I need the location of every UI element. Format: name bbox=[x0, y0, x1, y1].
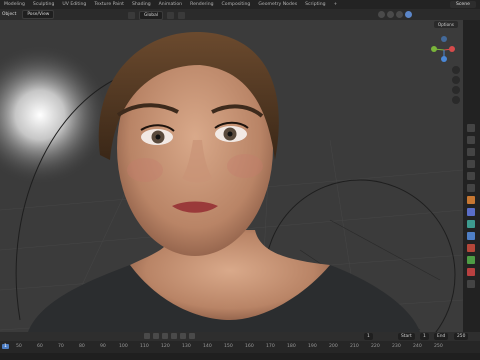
object-properties-icon[interactable] bbox=[467, 196, 475, 204]
ruler-tick: 250 bbox=[434, 344, 443, 349]
current-frame-marker[interactable]: 1 bbox=[2, 344, 9, 349]
texture-icon[interactable] bbox=[467, 280, 475, 288]
ruler-tick: 80 bbox=[79, 344, 85, 349]
ruler-tick: 200 bbox=[329, 344, 338, 349]
prev-keyframe-icon[interactable] bbox=[153, 333, 159, 339]
material-icon[interactable] bbox=[467, 268, 475, 276]
tab-texture-paint[interactable]: Texture Paint bbox=[90, 0, 128, 9]
ruler-tick: 220 bbox=[371, 344, 380, 349]
ruler-tick: 170 bbox=[266, 344, 275, 349]
timeline-controls: 1 Start 1 End 250 bbox=[0, 332, 480, 341]
jump-end-icon[interactable] bbox=[189, 333, 195, 339]
tab-animation[interactable]: Animation bbox=[155, 0, 186, 9]
modifier-icon[interactable] bbox=[467, 208, 475, 216]
tool-properties-icon[interactable] bbox=[467, 124, 475, 132]
ruler-tick: 130 bbox=[182, 344, 191, 349]
constraints-icon[interactable] bbox=[467, 244, 475, 252]
output-properties-icon[interactable] bbox=[467, 148, 475, 156]
add-workspace-button[interactable]: + bbox=[330, 0, 342, 9]
workspace-topbar: Modeling Sculpting UV Editing Texture Pa… bbox=[0, 0, 480, 9]
rendered-shading-icon[interactable] bbox=[405, 11, 412, 18]
ruler-tick: 120 bbox=[161, 344, 170, 349]
ruler-tick: 70 bbox=[58, 344, 64, 349]
ruler-tick: 110 bbox=[140, 344, 149, 349]
play-reverse-icon[interactable] bbox=[162, 333, 168, 339]
ruler-tick: 60 bbox=[37, 344, 43, 349]
zoom-icon[interactable] bbox=[452, 66, 460, 74]
3d-viewport[interactable] bbox=[0, 20, 463, 332]
orientation-dropdown[interactable]: Global bbox=[139, 11, 164, 20]
ruler-tick: 190 bbox=[308, 344, 317, 349]
end-frame-label: End bbox=[434, 333, 449, 340]
start-frame-label: Start bbox=[398, 333, 415, 340]
proportional-edit-icon[interactable] bbox=[178, 12, 186, 19]
options-dropdown[interactable]: Options bbox=[433, 21, 458, 28]
ruler-tick: 90 bbox=[100, 344, 106, 349]
shading-modes bbox=[378, 11, 412, 18]
play-icon[interactable] bbox=[171, 333, 177, 339]
playback-controls bbox=[144, 333, 195, 339]
view-layer-icon[interactable] bbox=[467, 160, 475, 168]
perspective-toggle-icon[interactable] bbox=[452, 96, 460, 104]
particles-icon[interactable] bbox=[467, 220, 475, 228]
next-keyframe-icon[interactable] bbox=[180, 333, 186, 339]
tab-sculpting[interactable]: Sculpting bbox=[29, 0, 58, 9]
tab-shading[interactable]: Shading bbox=[128, 0, 155, 9]
ruler-tick: 180 bbox=[287, 344, 296, 349]
current-frame-field[interactable]: 1 bbox=[364, 333, 373, 340]
properties-tab-strip bbox=[463, 20, 480, 332]
wireframe-shading-icon[interactable] bbox=[378, 11, 385, 18]
pan-icon[interactable] bbox=[452, 76, 460, 84]
ruler-tick: 140 bbox=[203, 344, 212, 349]
ruler-tick: 210 bbox=[350, 344, 359, 349]
ruler-tick: 240 bbox=[413, 344, 422, 349]
viewport-scene bbox=[0, 20, 463, 332]
ruler-tick: 230 bbox=[392, 344, 401, 349]
world-properties-icon[interactable] bbox=[467, 184, 475, 192]
jump-start-icon[interactable] bbox=[144, 333, 150, 339]
ruler-tick: 100 bbox=[119, 344, 128, 349]
object-mode-dropdown[interactable]: Object bbox=[2, 12, 16, 17]
tab-rendering[interactable]: Rendering bbox=[186, 0, 217, 9]
render-properties-icon[interactable] bbox=[467, 136, 475, 144]
tab-compositing[interactable]: Compositing bbox=[218, 0, 255, 9]
end-frame-field[interactable]: 250 bbox=[454, 333, 469, 340]
timeline-ruler[interactable]: 1 50 60 70 80 90 100 110 120 130 140 150… bbox=[0, 344, 480, 353]
tab-modeling[interactable]: Modeling bbox=[0, 0, 29, 9]
viewport-header: Object Pose/View Global bbox=[0, 9, 480, 20]
ruler-tick: 150 bbox=[224, 344, 233, 349]
start-frame-field[interactable]: 1 bbox=[420, 333, 429, 340]
solid-shading-icon[interactable] bbox=[387, 11, 394, 18]
pose-view-dropdown[interactable]: Pose/View bbox=[22, 10, 55, 19]
status-bar bbox=[0, 353, 480, 360]
ruler-tick: 160 bbox=[245, 344, 254, 349]
camera-view-icon[interactable] bbox=[452, 86, 460, 94]
scene-properties-icon[interactable] bbox=[467, 172, 475, 180]
ruler-tick: 50 bbox=[16, 344, 22, 349]
transform-pivot-icon[interactable] bbox=[128, 12, 135, 19]
tab-scripting[interactable]: Scripting bbox=[301, 0, 329, 9]
material-shading-icon[interactable] bbox=[396, 11, 403, 18]
physics-icon[interactable] bbox=[467, 232, 475, 240]
tab-geometry-nodes[interactable]: Geometry Nodes bbox=[254, 0, 301, 9]
scene-selector[interactable]: Scene bbox=[449, 1, 476, 8]
snap-icon[interactable] bbox=[167, 12, 175, 19]
tab-uv-editing[interactable]: UV Editing bbox=[58, 0, 90, 9]
data-properties-icon[interactable] bbox=[467, 256, 475, 264]
